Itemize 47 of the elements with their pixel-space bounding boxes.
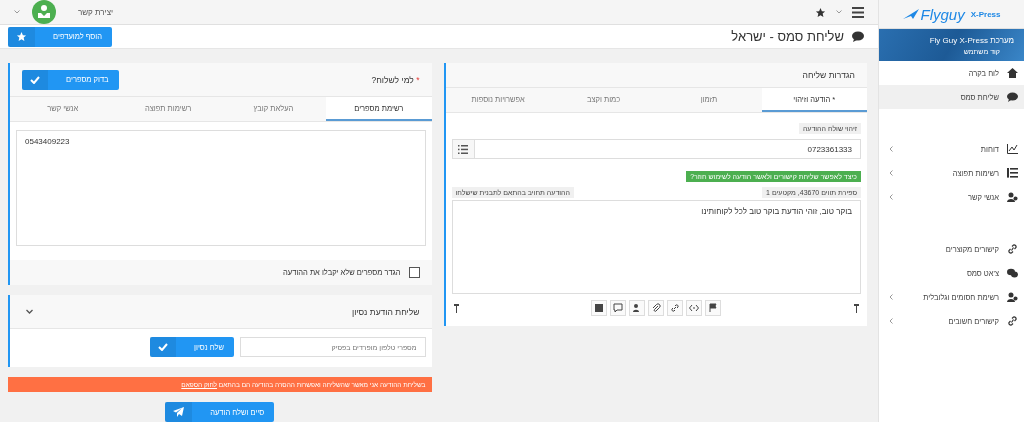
link-icon <box>1007 244 1018 254</box>
avatar-icon[interactable] <box>32 0 56 24</box>
chevron-icon <box>889 318 893 324</box>
panel-title: הגדרות שליחה <box>802 70 855 80</box>
clip-icon[interactable] <box>648 300 665 316</box>
chat-icon <box>852 31 864 42</box>
chart-icon <box>1007 144 1018 154</box>
star-icon[interactable] <box>815 6 826 18</box>
chat-icon <box>1007 92 1018 102</box>
plane-icon <box>902 7 919 21</box>
message-field[interactable]: בוקר טוב, זוהי הודעת בוקר טוב לכל לקוחותינו <box>451 200 861 294</box>
people-icon <box>1007 192 1018 202</box>
menu-icon[interactable] <box>852 6 864 18</box>
chevron-icon <box>889 294 893 300</box>
chevron-icon[interactable] <box>26 308 33 315</box>
user-name[interactable]: יצירת קשר <box>78 7 114 17</box>
code-icon[interactable] <box>686 300 703 316</box>
comment-icon[interactable] <box>610 300 627 316</box>
list-icon[interactable] <box>451 139 474 159</box>
panel-title: * למי לשלוח? <box>371 74 420 85</box>
page-title: שליחת סמס - ישראל <box>731 29 844 44</box>
sender-field[interactable]: 0723361333 <box>473 139 861 159</box>
save-icon[interactable] <box>591 300 608 316</box>
flag-icon[interactable] <box>705 300 722 316</box>
caret-icon[interactable] <box>836 10 842 14</box>
checkbox[interactable] <box>408 267 420 278</box>
system-title: מערכת Fly Guy X-Press <box>928 35 1014 45</box>
send-icon <box>173 407 185 417</box>
chevron-icon <box>889 194 893 200</box>
numbers-field[interactable]: 0543409223 <box>16 130 426 246</box>
pin-icon[interactable] <box>853 303 859 313</box>
chats-icon <box>1007 268 1018 278</box>
check-icon <box>30 75 40 84</box>
home-icon <box>1007 68 1018 78</box>
list-icon <box>1007 168 1018 178</box>
chevron-icon <box>889 170 893 176</box>
panel-title: שליחת הודעת נסיון <box>351 306 420 317</box>
pin-icon[interactable] <box>453 303 460 313</box>
person-icon[interactable] <box>629 300 646 316</box>
chevron-icon <box>889 146 893 152</box>
people-icon <box>1007 292 1018 302</box>
caret-icon[interactable] <box>14 10 20 14</box>
check-icon <box>158 343 168 351</box>
link-icon <box>1007 316 1018 326</box>
star-icon <box>16 31 27 42</box>
link-icon[interactable] <box>667 300 684 316</box>
logo[interactable]: Flyguy X-Press <box>879 0 1024 29</box>
